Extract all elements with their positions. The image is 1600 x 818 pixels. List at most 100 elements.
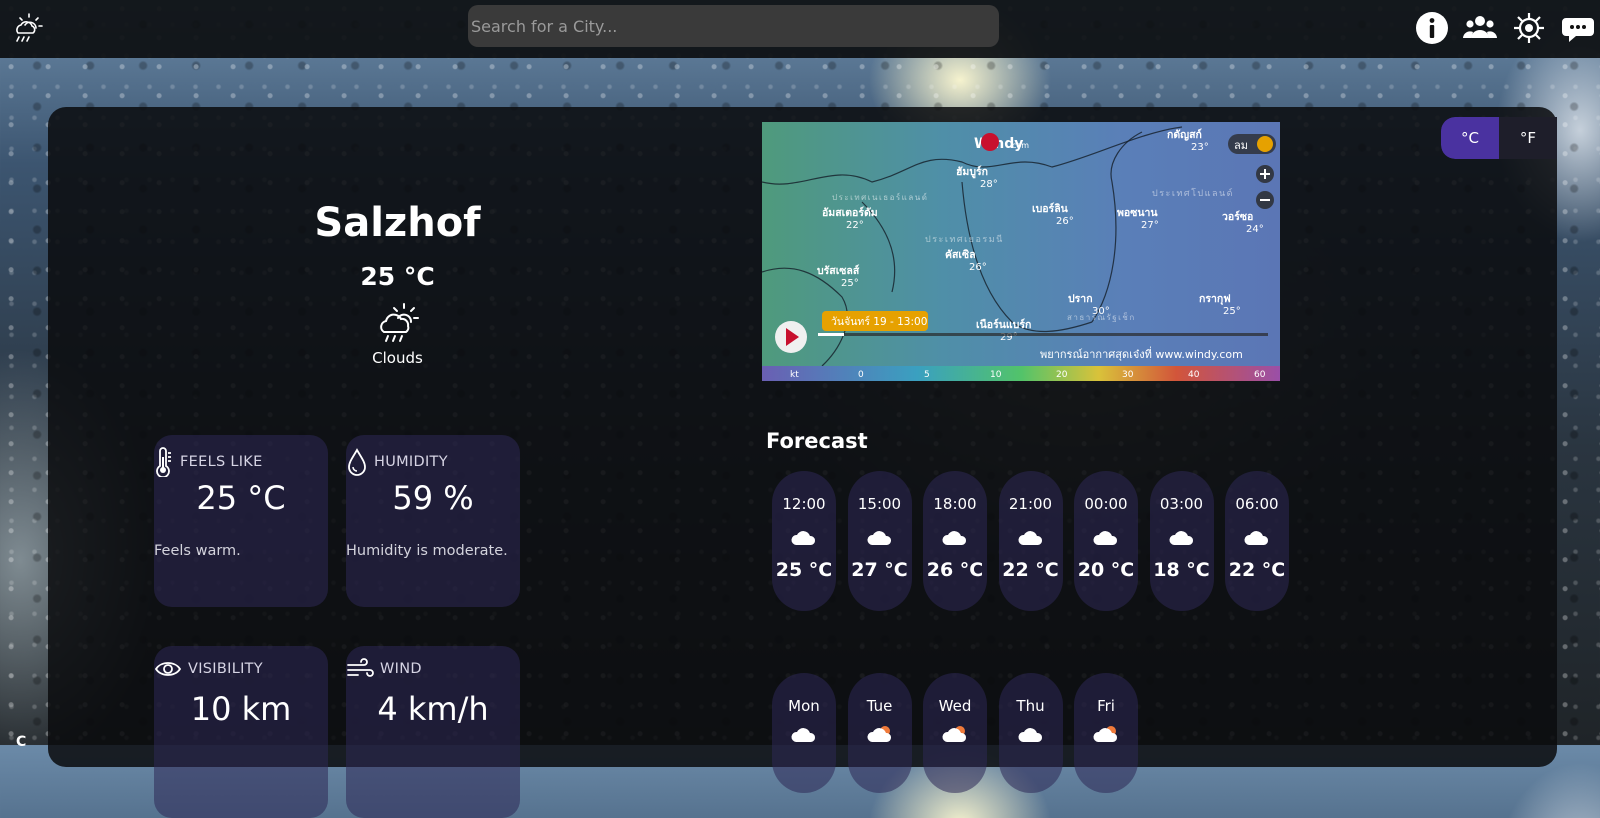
scale-tick: 0: [858, 370, 864, 380]
map-region-label: สาธารณรัฐเช็ก: [1067, 312, 1136, 322]
visibility-value: 10 km: [190, 690, 292, 728]
daily-forecast-item: Wed: [923, 673, 987, 793]
cloud-icon: [1243, 526, 1271, 548]
forecast-day: Mon: [788, 697, 820, 715]
cloud-icon: [790, 723, 818, 745]
forecast-time: 00:00: [1084, 495, 1128, 513]
map-city-label: ฮัมบูร์ก: [956, 165, 988, 179]
current-temperature: 25 °C: [360, 262, 435, 291]
hourly-forecast-item: 06:00 22 °C: [1225, 471, 1289, 611]
forecast-temp: 20 °C: [1077, 559, 1135, 581]
scale-tick: 40: [1188, 370, 1200, 380]
current-condition: Clouds: [372, 349, 423, 367]
forecast-time: 06:00: [1235, 495, 1279, 513]
daily-forecast-item: Mon: [772, 673, 836, 793]
map-city-label: บรัสเซลส์: [817, 264, 860, 277]
celsius-button[interactable]: °C: [1441, 117, 1499, 159]
daily-forecast-item: Fri: [1074, 673, 1138, 793]
cloud-icon: [790, 526, 818, 548]
humidity-value: 59 %: [392, 479, 474, 517]
map-region-label: ประเทศเยอรมนี: [925, 234, 1004, 245]
forecast-time: 12:00: [782, 495, 826, 513]
map-region-label: ประเทศโปแลนด์: [1152, 187, 1234, 199]
forecast-temp: 27 °C: [851, 559, 908, 581]
info-icon[interactable]: [1414, 10, 1450, 46]
map-city-label: เบอร์ลิน: [1032, 202, 1069, 215]
visibility-card: VISIBILITY 10 km: [154, 646, 328, 818]
map-city-temp: 23°: [1191, 142, 1209, 153]
cloud-rain-sun-icon[interactable]: [10, 11, 44, 45]
forecast-temp: 18 °C: [1153, 559, 1210, 581]
feels-like-card: FEELS LIKE 25 °C Feels warm.: [154, 435, 328, 607]
time-label: วันจันทร์ 19 - 13:00: [831, 315, 927, 328]
scale-tick: 20: [1056, 370, 1068, 380]
map-city-temp: 27°: [1141, 220, 1159, 231]
cloud-icon: [1017, 723, 1045, 745]
timeline-track[interactable]: [818, 333, 1268, 336]
forecast-day: Fri: [1097, 697, 1115, 715]
feels-like-value: 25 °C: [196, 479, 286, 517]
wind-value: 4 km/h: [377, 690, 489, 728]
weather-map[interactable]: Windy com ลม ฮัมบูร์ก28°อัมสเตอร์ดัม22°เ…: [762, 122, 1280, 381]
humidity-card: HUMIDITY 59 % Humidity is moderate.: [346, 435, 520, 607]
corner-label: C: [16, 734, 27, 750]
map-brand-suffix: com: [1012, 141, 1029, 150]
wind-card: WIND 4 km/h: [346, 646, 520, 818]
map-city-temp: 25°: [1223, 306, 1241, 317]
wind-label: WIND: [380, 661, 422, 677]
hourly-forecast-item: 00:00 20 °C: [1074, 471, 1138, 611]
daily-forecast-item: Thu: [998, 673, 1063, 793]
map-city-label: ปราก: [1068, 293, 1093, 305]
settings-icon[interactable]: [1511, 10, 1547, 46]
forecast-time: 03:00: [1159, 495, 1204, 513]
map-city-temp: 26°: [1056, 216, 1074, 227]
hourly-forecast-item: 15:00 27 °C: [847, 471, 912, 611]
cloud-icon: [1092, 526, 1120, 548]
wind-title: WIND: [346, 658, 422, 680]
feedback-icon[interactable]: [1560, 10, 1596, 46]
humidity-label: HUMIDITY: [374, 454, 448, 470]
hourly-forecast-item: 18:00 26 °C: [923, 471, 987, 611]
city-name: Salzhof: [314, 200, 481, 246]
forecast-time: 18:00: [933, 495, 977, 513]
layer-label: ลม: [1234, 139, 1248, 152]
unit-toggle: °C °F: [1441, 117, 1557, 159]
map-city-label: เนือร์นแบร์ก: [976, 318, 1031, 331]
map-canvas[interactable]: Windy com ลม ฮัมบูร์ก28°อัมสเตอร์ดัม22°เ…: [762, 122, 1280, 381]
daily-forecast-item: Tue: [847, 673, 912, 793]
humidity-title: HUMIDITY: [346, 447, 448, 477]
sun-cloud-icon: [941, 723, 969, 745]
wind-layer-icon[interactable]: [1257, 136, 1273, 152]
visibility-label: VISIBILITY: [188, 661, 263, 677]
map-city-label: อัมสเตอร์ดัม: [822, 206, 878, 219]
feels-like-title: FEELS LIKE: [154, 447, 263, 477]
partly-cloudy-rain-icon: [380, 303, 419, 342]
hourly-forecast-item: 12:00 25 °C: [772, 471, 836, 611]
scale-unit: kt: [790, 370, 799, 380]
forecast-title: Forecast: [766, 429, 868, 453]
map-city-label: กรากุฟ: [1199, 293, 1231, 306]
wind-icon: [347, 658, 374, 677]
forecast-day: Wed: [938, 697, 972, 715]
feels-like-label: FEELS LIKE: [180, 454, 263, 470]
users-icon[interactable]: [1462, 10, 1498, 46]
hourly-forecast-item: 03:00 18 °C: [1149, 471, 1214, 611]
map-city-temp: 26°: [969, 262, 987, 273]
scale-tick: 5: [924, 370, 930, 380]
map-city-temp: 22°: [846, 220, 864, 231]
cloud-icon: [1017, 526, 1045, 548]
map-city-temp: 25°: [841, 278, 859, 289]
map-city-temp: 28°: [980, 179, 998, 190]
forecast-time: 21:00: [1008, 495, 1053, 513]
city-search-input[interactable]: [468, 5, 999, 47]
feels-like-note: Feels warm.: [154, 543, 241, 559]
forecast-temp: 22 °C: [1002, 559, 1059, 581]
scale-tick: 30: [1122, 370, 1134, 380]
forecast-temp: 26 °C: [926, 559, 984, 581]
eye-icon: [154, 662, 182, 676]
map-footer: พยากรณ์อากาศสุดเจ๋งที่ www.windy.com: [1040, 346, 1243, 361]
forecast-day: Tue: [866, 697, 893, 715]
top-bar: [0, 0, 1600, 58]
map-city-label: วอร์ซอ: [1222, 210, 1253, 223]
fahrenheit-button[interactable]: °F: [1499, 117, 1557, 159]
